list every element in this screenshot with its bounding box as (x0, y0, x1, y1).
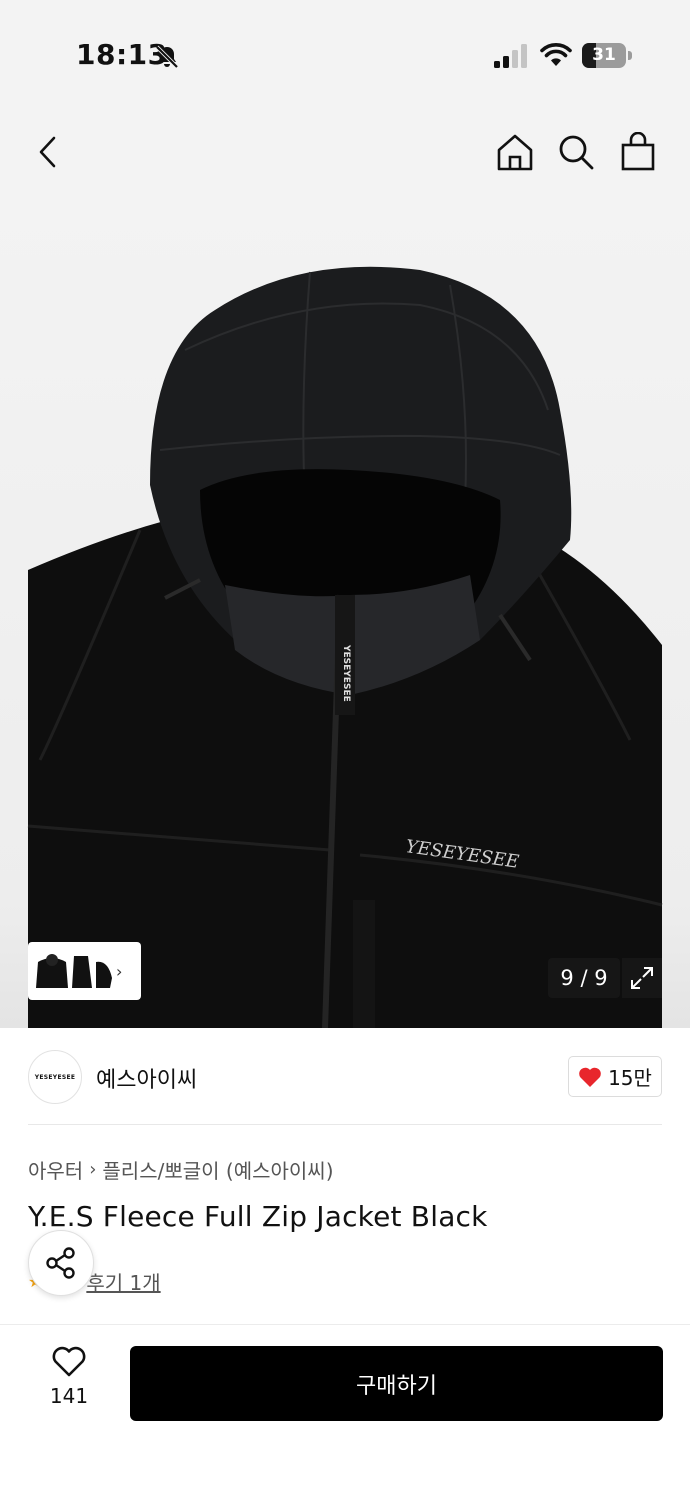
buy-button[interactable]: 구매하기 (130, 1346, 663, 1421)
expand-icon (631, 967, 653, 989)
wishlist-count: 141 (49, 1384, 89, 1408)
battery-cap (628, 51, 632, 60)
home-icon (497, 134, 533, 171)
battery-body: 31 (582, 43, 626, 68)
back-chevron-icon (39, 136, 56, 168)
breadcrumb-item-fleece[interactable]: 플리스/뽀글이 (예스아이씨) (102, 1155, 333, 1184)
collar-tag: YESEYESEE (341, 644, 351, 702)
battery-icon: 31 (582, 43, 632, 68)
thumbnail-chevron-icon: › (116, 961, 123, 981)
brand-name[interactable]: 예스아이씨 (96, 1062, 197, 1094)
share-button[interactable] (28, 1230, 94, 1296)
home-button[interactable] (491, 128, 539, 176)
back-button[interactable] (24, 128, 72, 176)
thumbnail-strip[interactable]: › (28, 942, 141, 1000)
top-area: 18:13 31 (0, 0, 690, 200)
shopping-bag-icon (621, 132, 655, 171)
divider (28, 1124, 662, 1125)
product-title: Y.E.S Fleece Full Zip Jacket Black (28, 1200, 488, 1233)
bell-off-icon (155, 45, 179, 69)
product-image: YESEYESEE YESEYESEE (27, 266, 663, 1028)
cart-button[interactable] (614, 128, 662, 176)
product-image-gallery[interactable]: YESEYESEE YESEYESEE › 9 / 9 (0, 200, 690, 1028)
brand-like-count: 15만 (608, 1066, 652, 1090)
buy-button-label: 구매하기 (356, 1373, 437, 1399)
brand-logo[interactable]: YESEYESEE (28, 1050, 82, 1104)
review-link[interactable]: 후기 1개 (86, 1267, 160, 1296)
wishlist-button[interactable]: 141 (36, 1346, 102, 1418)
share-icon (46, 1247, 75, 1279)
wifi-icon (540, 43, 572, 66)
top-navigation (0, 120, 690, 184)
brand-row: YESEYESEE 예스아이씨 15만 (0, 1028, 690, 1126)
heart-filled-icon (579, 1067, 601, 1087)
search-button[interactable] (552, 128, 600, 176)
divider (0, 1324, 690, 1325)
brand-logo-text: YESEYESEE (34, 1073, 76, 1081)
breadcrumb-item-outer[interactable]: 아우터 (28, 1155, 83, 1184)
search-icon (559, 135, 594, 170)
breadcrumb: 아우터 › 플리스/뽀글이 (예스아이씨) (28, 1155, 334, 1184)
thumbnail-images (36, 954, 112, 988)
expand-button[interactable] (622, 958, 662, 998)
heart-outline-icon (52, 1346, 86, 1377)
cellular-signal-icon (494, 44, 527, 68)
image-counter: 9 / 9 (548, 958, 620, 998)
battery-level: 31 (592, 45, 616, 65)
breadcrumb-chevron-icon: › (89, 1159, 97, 1180)
status-bar: 18:13 31 (0, 0, 690, 110)
brand-like-button[interactable]: 15만 (568, 1056, 662, 1097)
